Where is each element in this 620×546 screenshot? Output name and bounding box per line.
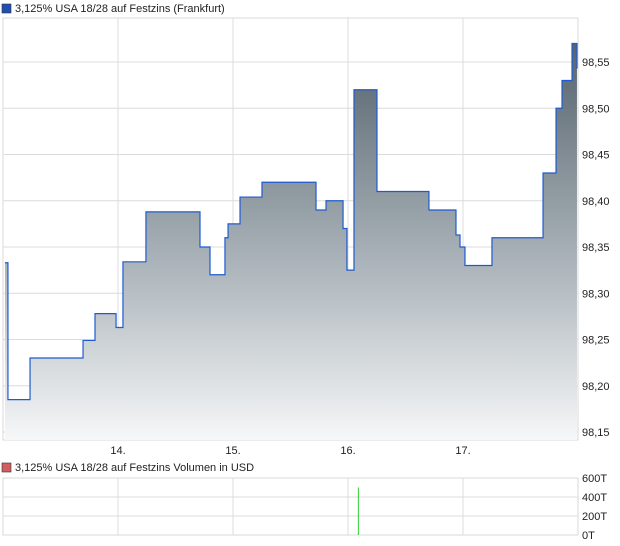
x-tick-label: 14. (110, 445, 125, 457)
volume-chart-title: 3,125% USA 18/28 auf Festzins Volumen in… (15, 462, 254, 474)
y-tick-label: 98,45 (582, 150, 610, 162)
volume-legend-swatch (1, 462, 12, 473)
x-tick-label: 15. (225, 445, 240, 457)
y-tick-label: 98,55 (582, 57, 610, 69)
price-legend-swatch (1, 3, 12, 14)
volume-y-tick-label: 400T (582, 492, 607, 504)
y-tick-label: 98,30 (582, 288, 610, 300)
chart-svg: 3,125% USA 18/28 auf Festzins (Frankfurt… (1, 3, 610, 542)
volume-y-tick-label: 200T (582, 511, 607, 523)
volume-y-tick-label: 0T (582, 530, 595, 542)
y-tick-label: 98,25 (582, 335, 610, 347)
x-tick-label: 16. (340, 445, 355, 457)
chart-container: 3,125% USA 18/28 auf Festzins (Frankfurt… (0, 0, 620, 546)
volume-y-tick-label: 600T (582, 473, 607, 485)
y-tick-label: 98,20 (582, 381, 610, 393)
price-chart-title: 3,125% USA 18/28 auf Festzins (Frankfurt… (15, 3, 225, 15)
y-tick-label: 98,40 (582, 196, 610, 208)
volume-plot-area (2, 477, 579, 536)
x-tick-label: 17. (455, 445, 470, 457)
y-tick-label: 98,50 (582, 103, 610, 115)
y-tick-label: 98,15 (582, 427, 610, 439)
y-tick-label: 98,35 (582, 242, 610, 254)
